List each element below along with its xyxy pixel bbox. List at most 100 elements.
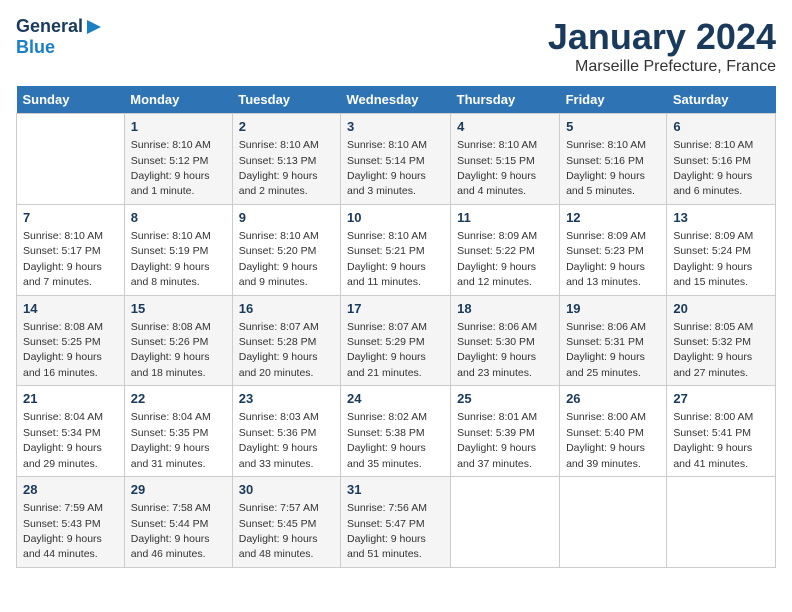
day-number: 7 <box>23 209 118 227</box>
day-info: Sunrise: 8:01 AM Sunset: 5:39 PM Dayligh… <box>457 411 537 469</box>
calendar-cell: 15 Sunrise: 8:08 AM Sunset: 5:26 PM Dayli… <box>124 295 232 386</box>
weekday-header-saturday: Saturday <box>667 86 776 114</box>
day-number: 10 <box>347 209 444 227</box>
day-info: Sunrise: 8:09 AM Sunset: 5:22 PM Dayligh… <box>457 230 537 288</box>
calendar-cell: 20 Sunrise: 8:05 AM Sunset: 5:32 PM Dayli… <box>667 295 776 386</box>
day-number: 15 <box>131 300 226 318</box>
calendar-cell: 19Sunrise: 8:06 AM Sunset: 5:31 PM Dayli… <box>560 295 667 386</box>
location-subtitle: Marseille Prefecture, France <box>548 58 776 76</box>
day-info: Sunrise: 7:59 AM Sunset: 5:43 PM Dayligh… <box>23 502 103 560</box>
weekday-header-sunday: Sunday <box>17 86 125 114</box>
day-info: Sunrise: 8:08 AM Sunset: 5:26 PM Dayligh… <box>131 321 211 379</box>
day-number: 12 <box>566 209 660 227</box>
day-info: Sunrise: 8:00 AM Sunset: 5:41 PM Dayligh… <box>673 411 753 469</box>
calendar-cell: 1Sunrise: 8:10 AM Sunset: 5:12 PM Daylig… <box>124 114 232 205</box>
logo-general: General <box>16 17 83 37</box>
calendar-cell <box>17 114 125 205</box>
day-number: 22 <box>131 390 226 408</box>
day-info: Sunrise: 8:09 AM Sunset: 5:24 PM Dayligh… <box>673 230 753 288</box>
day-info: Sunrise: 8:09 AM Sunset: 5:23 PM Dayligh… <box>566 230 646 288</box>
day-number: 21 <box>23 390 118 408</box>
day-number: 11 <box>457 209 553 227</box>
calendar-cell: 30Sunrise: 7:57 AM Sunset: 5:45 PM Dayli… <box>232 477 340 568</box>
day-number: 28 <box>23 481 118 499</box>
day-info: Sunrise: 8:10 AM Sunset: 5:12 PM Dayligh… <box>131 139 211 197</box>
logo-arrow-icon <box>83 16 105 38</box>
day-number: 5 <box>566 118 660 136</box>
calendar-cell: 10 Sunrise: 8:10 AM Sunset: 5:21 PM Dayli… <box>340 204 450 295</box>
day-info: Sunrise: 8:10 AM Sunset: 5:13 PM Dayligh… <box>239 139 319 197</box>
day-info: Sunrise: 8:06 AM Sunset: 5:30 PM Dayligh… <box>457 321 537 379</box>
calendar-cell: 16Sunrise: 8:07 AM Sunset: 5:28 PM Dayli… <box>232 295 340 386</box>
calendar-cell <box>560 477 667 568</box>
calendar-week-4: 21Sunrise: 8:04 AM Sunset: 5:34 PM Dayli… <box>17 386 776 477</box>
calendar-cell: 14 Sunrise: 8:08 AM Sunset: 5:25 PM Dayli… <box>17 295 125 386</box>
day-info: Sunrise: 8:10 AM Sunset: 5:21 PM Dayligh… <box>347 230 427 288</box>
calendar-cell: 5 Sunrise: 8:10 AM Sunset: 5:16 PM Daylig… <box>560 114 667 205</box>
day-number: 16 <box>239 300 334 318</box>
day-number: 14 <box>23 300 118 318</box>
calendar-cell: 4 Sunrise: 8:10 AM Sunset: 5:15 PM Daylig… <box>451 114 560 205</box>
calendar-week-5: 28 Sunrise: 7:59 AM Sunset: 5:43 PM Dayli… <box>17 477 776 568</box>
calendar-cell: 3 Sunrise: 8:10 AM Sunset: 5:14 PM Daylig… <box>340 114 450 205</box>
calendar-week-2: 7 Sunrise: 8:10 AM Sunset: 5:17 PM Daylig… <box>17 204 776 295</box>
day-info: Sunrise: 8:10 AM Sunset: 5:20 PM Dayligh… <box>239 230 319 288</box>
day-info: Sunrise: 8:08 AM Sunset: 5:25 PM Dayligh… <box>23 321 103 379</box>
calendar-cell: 28 Sunrise: 7:59 AM Sunset: 5:43 PM Dayli… <box>17 477 125 568</box>
calendar-cell: 8 Sunrise: 8:10 AM Sunset: 5:19 PM Daylig… <box>124 204 232 295</box>
day-info: Sunrise: 8:05 AM Sunset: 5:32 PM Dayligh… <box>673 321 753 379</box>
calendar-cell: 6Sunrise: 8:10 AM Sunset: 5:16 PM Daylig… <box>667 114 776 205</box>
month-title: January 2024 <box>548 16 776 58</box>
calendar-cell: 18 Sunrise: 8:06 AM Sunset: 5:30 PM Dayli… <box>451 295 560 386</box>
calendar-table: SundayMondayTuesdayWednesdayThursdayFrid… <box>16 86 776 568</box>
calendar-cell: 31Sunrise: 7:56 AM Sunset: 5:47 PM Dayli… <box>340 477 450 568</box>
day-info: Sunrise: 8:04 AM Sunset: 5:35 PM Dayligh… <box>131 411 211 469</box>
day-info: Sunrise: 8:03 AM Sunset: 5:36 PM Dayligh… <box>239 411 319 469</box>
calendar-cell <box>451 477 560 568</box>
day-info: Sunrise: 8:10 AM Sunset: 5:19 PM Dayligh… <box>131 230 211 288</box>
day-number: 20 <box>673 300 769 318</box>
day-info: Sunrise: 8:10 AM Sunset: 5:16 PM Dayligh… <box>673 139 753 197</box>
weekday-header-tuesday: Tuesday <box>232 86 340 114</box>
day-number: 4 <box>457 118 553 136</box>
calendar-cell: 23 Sunrise: 8:03 AM Sunset: 5:36 PM Dayli… <box>232 386 340 477</box>
weekday-header-thursday: Thursday <box>451 86 560 114</box>
day-number: 3 <box>347 118 444 136</box>
day-info: Sunrise: 8:10 AM Sunset: 5:17 PM Dayligh… <box>23 230 103 288</box>
day-info: Sunrise: 8:00 AM Sunset: 5:40 PM Dayligh… <box>566 411 646 469</box>
weekday-header-friday: Friday <box>560 86 667 114</box>
day-number: 18 <box>457 300 553 318</box>
calendar-cell: 12 Sunrise: 8:09 AM Sunset: 5:23 PM Dayli… <box>560 204 667 295</box>
day-number: 8 <box>131 209 226 227</box>
day-number: 30 <box>239 481 334 499</box>
day-number: 9 <box>239 209 334 227</box>
logo: General Blue <box>16 16 105 58</box>
calendar-cell: 11 Sunrise: 8:09 AM Sunset: 5:22 PM Dayli… <box>451 204 560 295</box>
calendar-cell: 17 Sunrise: 8:07 AM Sunset: 5:29 PM Dayli… <box>340 295 450 386</box>
calendar-week-1: 1Sunrise: 8:10 AM Sunset: 5:12 PM Daylig… <box>17 114 776 205</box>
calendar-cell: 2Sunrise: 8:10 AM Sunset: 5:13 PM Daylig… <box>232 114 340 205</box>
day-info: Sunrise: 8:10 AM Sunset: 5:16 PM Dayligh… <box>566 139 646 197</box>
day-number: 31 <box>347 481 444 499</box>
day-number: 26 <box>566 390 660 408</box>
day-number: 19 <box>566 300 660 318</box>
calendar-cell: 29Sunrise: 7:58 AM Sunset: 5:44 PM Dayli… <box>124 477 232 568</box>
calendar-cell: 7 Sunrise: 8:10 AM Sunset: 5:17 PM Daylig… <box>17 204 125 295</box>
calendar-cell: 24Sunrise: 8:02 AM Sunset: 5:38 PM Dayli… <box>340 386 450 477</box>
day-number: 29 <box>131 481 226 499</box>
day-info: Sunrise: 8:02 AM Sunset: 5:38 PM Dayligh… <box>347 411 427 469</box>
day-number: 17 <box>347 300 444 318</box>
day-number: 27 <box>673 390 769 408</box>
calendar-cell: 22 Sunrise: 8:04 AM Sunset: 5:35 PM Dayli… <box>124 386 232 477</box>
logo-blue: Blue <box>16 38 55 58</box>
calendar-cell: 13 Sunrise: 8:09 AM Sunset: 5:24 PM Dayli… <box>667 204 776 295</box>
day-info: Sunrise: 8:07 AM Sunset: 5:29 PM Dayligh… <box>347 321 427 379</box>
calendar-cell <box>667 477 776 568</box>
day-number: 23 <box>239 390 334 408</box>
weekday-header-wednesday: Wednesday <box>340 86 450 114</box>
calendar-cell: 9 Sunrise: 8:10 AM Sunset: 5:20 PM Daylig… <box>232 204 340 295</box>
day-number: 13 <box>673 209 769 227</box>
weekday-header-row: SundayMondayTuesdayWednesdayThursdayFrid… <box>17 86 776 114</box>
day-info: Sunrise: 8:10 AM Sunset: 5:14 PM Dayligh… <box>347 139 427 197</box>
day-info: Sunrise: 8:10 AM Sunset: 5:15 PM Dayligh… <box>457 139 537 197</box>
